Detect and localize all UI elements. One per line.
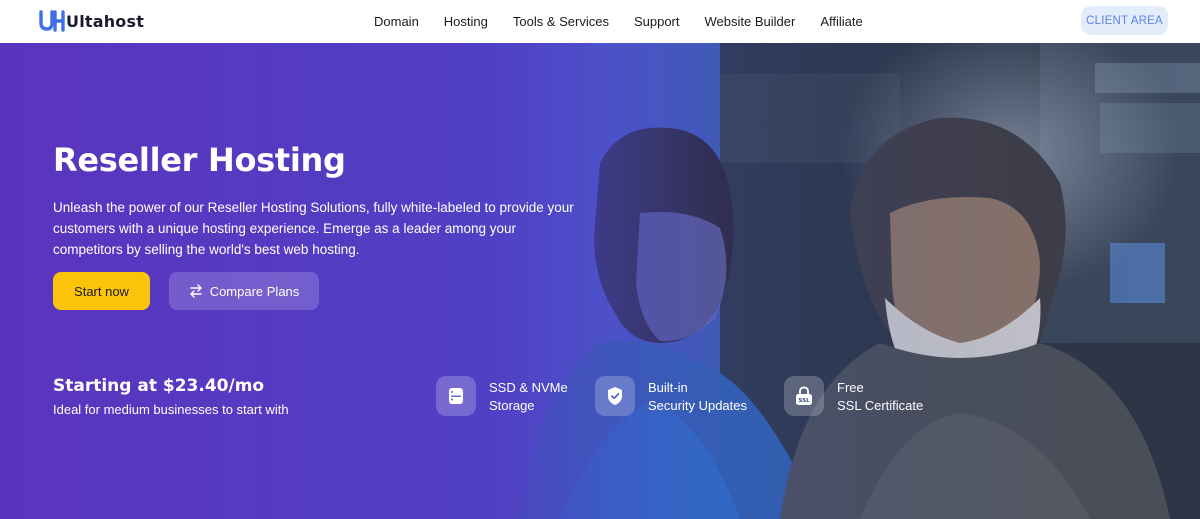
swap-arrows-icon [189, 284, 202, 298]
pricing-summary: Starting at $23.40/mo Ideal for medium b… [53, 376, 289, 417]
nav-domain[interactable]: Domain [374, 14, 419, 29]
nav-support[interactable]: Support [634, 14, 680, 29]
ultahost-logo[interactable]: Ultahost [39, 10, 144, 32]
hero-title: Reseller Hosting [53, 141, 346, 179]
compare-plans-label: Compare Plans [209, 283, 300, 299]
ultahost-logo-icon [39, 10, 65, 32]
feature-ssl-line2: SSL Certificate [837, 398, 924, 413]
top-navbar: Ultahost Domain Hosting Tools & Services… [0, 0, 1200, 43]
starting-price: Starting at $23.40/mo [53, 376, 265, 396]
nav-affiliate[interactable]: Affiliate [820, 14, 862, 29]
feature-free-ssl: SSL Free SSL Certificate [784, 376, 923, 416]
server-icon [436, 376, 476, 416]
client-area-button[interactable]: CLIENT AREA [1081, 6, 1168, 35]
feature-ssd-line1: SSD & NVMe [489, 380, 568, 395]
hero-description: Unleash the power of our Reseller Hostin… [53, 200, 574, 257]
nav-hosting[interactable]: Hosting [444, 14, 488, 29]
ssl-badge-text: SSL [798, 398, 810, 404]
feature-security-line2: Security Updates [648, 398, 747, 413]
nav-tools-services[interactable]: Tools & Services [513, 14, 609, 29]
logo-text: Ultahost [66, 11, 145, 31]
feature-ssl-line1: Free [837, 380, 864, 395]
price-subtitle: Ideal for medium businesses to start wit… [53, 402, 289, 417]
nav-website-builder[interactable]: Website Builder [705, 14, 796, 29]
compare-plans-button[interactable]: Compare Plans [169, 272, 319, 310]
feature-security-line1: Built-in [648, 380, 688, 395]
feature-ssd-storage: SSD & NVMe Storage [436, 376, 568, 416]
feature-ssd-line2: Storage [489, 398, 535, 413]
ssl-lock-icon: SSL [784, 376, 824, 416]
main-nav: Domain Hosting Tools & Services Support … [374, 0, 888, 43]
shield-check-icon [595, 376, 635, 416]
start-now-button[interactable]: Start now [53, 272, 150, 310]
hero-section: Reseller Hosting Unleash the power of ou… [0, 43, 1200, 519]
feature-security-updates: Built-in Security Updates [595, 376, 747, 416]
